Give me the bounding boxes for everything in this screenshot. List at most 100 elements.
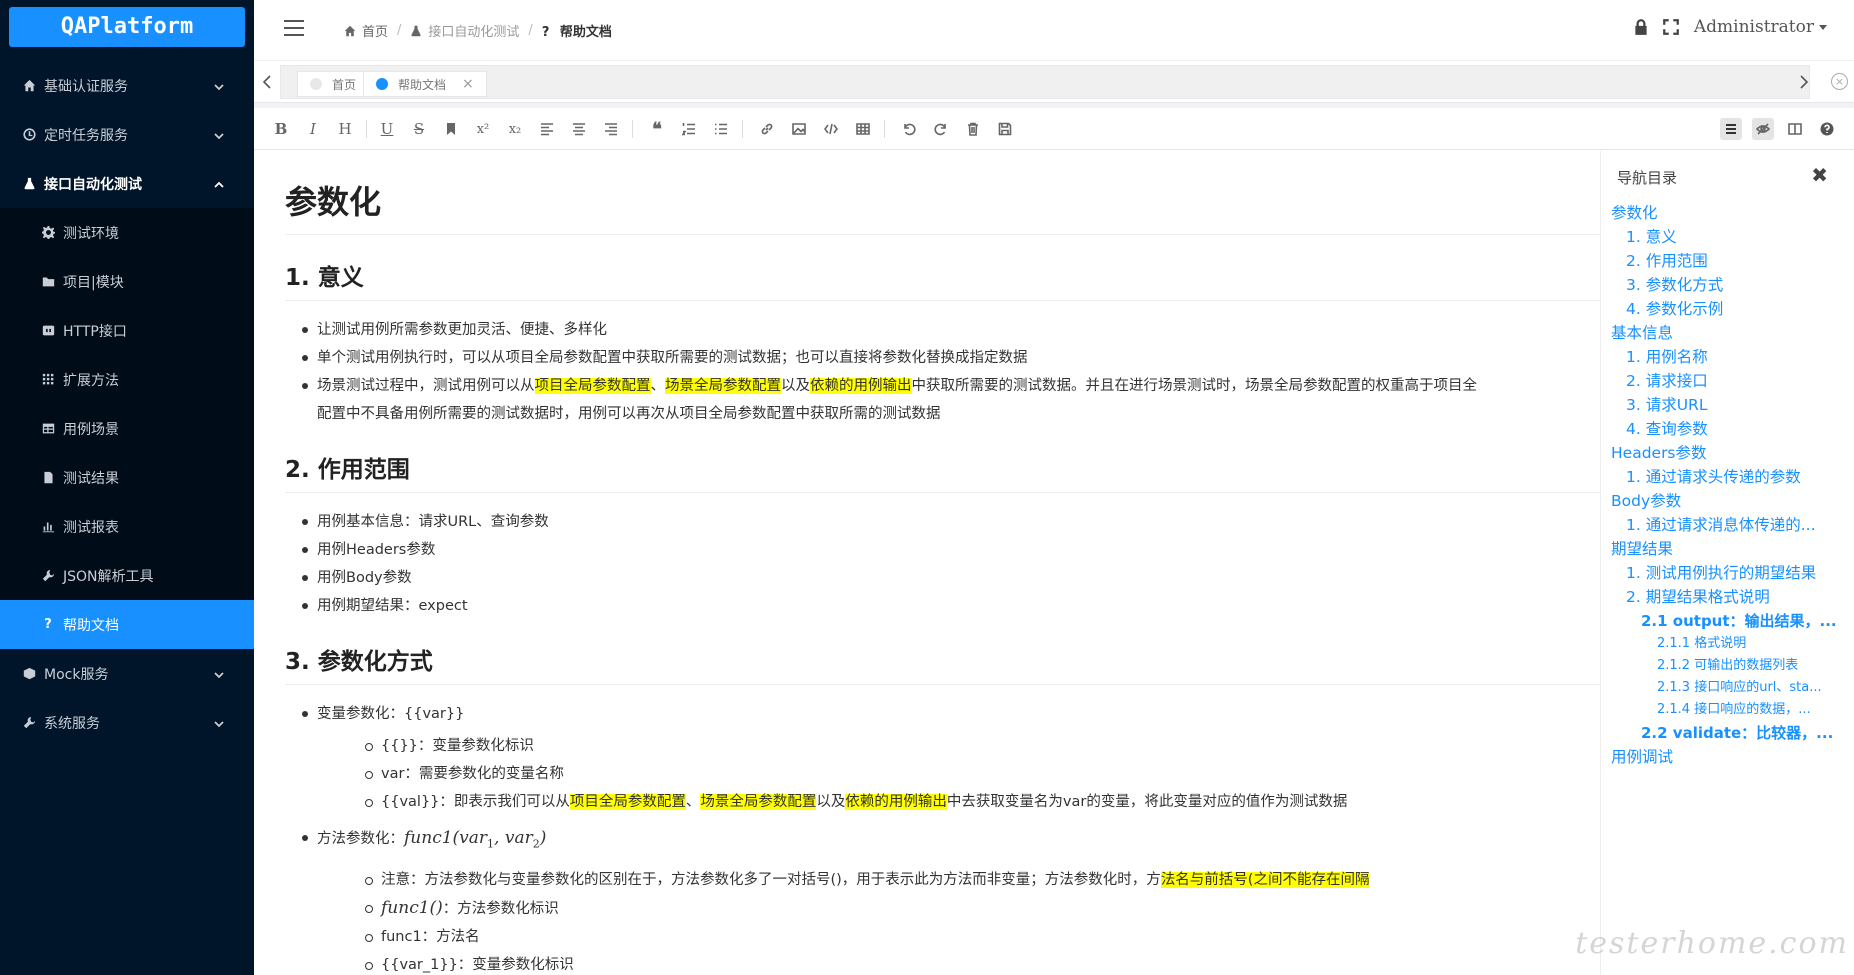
- text-span: 以及: [816, 794, 846, 810]
- help-icon[interactable]: [1816, 118, 1838, 140]
- toc-item[interactable]: 基本信息: [1611, 321, 1851, 345]
- heading-icon[interactable]: H: [334, 118, 356, 140]
- toc-item[interactable]: 2.1.3 接口响应的url、sta...: [1611, 677, 1851, 699]
- strikethrough-icon[interactable]: S: [408, 118, 430, 140]
- superscript-icon[interactable]: x²: [472, 118, 494, 140]
- sidebar-item-test-reports[interactable]: 测试报表: [0, 502, 254, 551]
- italic-icon[interactable]: I: [302, 118, 324, 140]
- menu-toggle-icon[interactable]: [284, 20, 304, 36]
- toc-item[interactable]: 1. 意义: [1611, 225, 1851, 249]
- text-span: 中获取所需要的测试数据。并且在进行场景测试时，场景全局参数配置的权重高于项目全: [911, 378, 1478, 394]
- toc-item[interactable]: 2.1.2 可输出的数据列表: [1611, 655, 1851, 677]
- sidebar-item-json-tool[interactable]: JSON解析工具: [0, 551, 254, 600]
- undo-icon[interactable]: [898, 118, 920, 140]
- toc-item[interactable]: 4. 参数化示例: [1611, 297, 1851, 321]
- sidebar-item-test-env[interactable]: 测试环境: [0, 208, 254, 257]
- tags-scroll-left-icon[interactable]: [257, 72, 277, 92]
- toc-item[interactable]: 1. 测试用例执行的期望结果: [1611, 561, 1851, 585]
- toc-list: 参数化 1. 意义 2. 作用范围 3. 参数化方式 4. 参数化示例 基本信息 1. 用例…: [1611, 201, 1851, 769]
- bar-chart-icon: [41, 520, 55, 534]
- question-icon: ?: [541, 24, 550, 40]
- flask-icon: [410, 25, 422, 37]
- split-view-icon[interactable]: [1784, 118, 1806, 140]
- caret-down-icon: [1819, 25, 1827, 30]
- sidebar-item-case-scenario[interactable]: 用例场景: [0, 404, 254, 453]
- mark-icon[interactable]: [440, 118, 462, 140]
- toc-item[interactable]: 2.1.4 接口响应的数据，...: [1611, 699, 1851, 721]
- align-center-icon[interactable]: [568, 118, 590, 140]
- underline-icon[interactable]: U: [376, 118, 398, 140]
- math-formula: func1(var1, var2): [404, 828, 546, 850]
- sidebar-item-auth[interactable]: 基础认证服务: [0, 61, 254, 110]
- table-icon[interactable]: [852, 118, 874, 140]
- sidebar-item-mock[interactable]: Mock服务: [0, 649, 254, 698]
- toc-item[interactable]: 2.1 output：输出结果，...: [1611, 609, 1851, 633]
- close-icon[interactable]: ✖: [1811, 163, 1828, 187]
- sidebar-item-system[interactable]: 系统服务: [0, 698, 254, 747]
- toc-item[interactable]: Headers参数: [1611, 441, 1851, 465]
- lock-icon[interactable]: [1632, 18, 1650, 36]
- toc-item[interactable]: 4. 查询参数: [1611, 417, 1851, 441]
- toc-item[interactable]: 期望结果: [1611, 537, 1851, 561]
- image-icon[interactable]: [788, 118, 810, 140]
- sidebar-item-help-docs[interactable]: ? 帮助文档: [0, 600, 254, 649]
- tags-scroll-right-icon[interactable]: [1794, 72, 1814, 92]
- home-icon: [22, 79, 36, 93]
- redo-icon[interactable]: [930, 118, 952, 140]
- math-text: , var: [494, 828, 533, 848]
- toc-item[interactable]: 2. 期望结果格式说明: [1611, 585, 1851, 609]
- section-heading: 3. 参数化方式: [285, 642, 1600, 685]
- save-icon[interactable]: [994, 118, 1016, 140]
- code-icon[interactable]: [820, 118, 842, 140]
- toc-item[interactable]: 参数化: [1611, 201, 1851, 225]
- sidebar-item-project-module[interactable]: 项目|模块: [0, 257, 254, 306]
- highlight-text: 场景全局参数配置: [700, 794, 817, 810]
- trash-icon[interactable]: [962, 118, 984, 140]
- grid-icon: [41, 373, 55, 387]
- close-all-tags-icon[interactable]: ×: [1831, 73, 1848, 90]
- subscript-icon[interactable]: x₂: [504, 118, 526, 140]
- list-item: func1()：方法参数化标识: [317, 894, 1600, 923]
- quote-icon[interactable]: ❝: [646, 118, 668, 140]
- toc-item[interactable]: 1. 用例名称: [1611, 345, 1851, 369]
- unordered-list-icon[interactable]: [710, 118, 732, 140]
- text-span: 中去获取变量名为var的变量，将此变量对应的值作为测试数据: [946, 794, 1348, 810]
- breadcrumb-item-api-automation[interactable]: 接口自动化测试: [428, 21, 519, 40]
- user-menu[interactable]: Administrator: [1694, 17, 1827, 37]
- app-logo[interactable]: QAPlatform: [9, 7, 245, 47]
- text-span: 、: [685, 794, 701, 810]
- ordered-list-icon[interactable]: [678, 118, 700, 140]
- toc-toggle-icon[interactable]: [1720, 118, 1742, 140]
- top-header: 首页 / 接口自动化测试 / ? 帮助文档 Administrator: [254, 0, 1854, 60]
- toc-item[interactable]: 3. 请求URL: [1611, 393, 1851, 417]
- preview-icon[interactable]: [1752, 118, 1774, 140]
- toc-item[interactable]: 2. 作用范围: [1611, 249, 1851, 273]
- toc-item[interactable]: 用例调试: [1611, 745, 1851, 769]
- sidebar-item-extension-methods[interactable]: 扩展方法: [0, 355, 254, 404]
- toc-item[interactable]: 2.1.1 格式说明: [1611, 633, 1851, 655]
- toc-item[interactable]: 2. 请求接口: [1611, 369, 1851, 393]
- link-icon[interactable]: [756, 118, 778, 140]
- toc-item[interactable]: 1. 通过请求头传递的参数: [1611, 465, 1851, 489]
- tag-home[interactable]: 首页: [297, 71, 370, 97]
- fullscreen-icon[interactable]: [1662, 18, 1680, 36]
- toc-item[interactable]: 1. 通过请求消息体传递的...: [1611, 513, 1851, 537]
- toc-item[interactable]: Body参数: [1611, 489, 1851, 513]
- toc-item[interactable]: 2.2 validate：比较器，...: [1611, 721, 1851, 745]
- sidebar-item-test-results[interactable]: 测试结果: [0, 453, 254, 502]
- breadcrumb-item-home[interactable]: 首页: [362, 21, 388, 40]
- align-left-icon[interactable]: [536, 118, 558, 140]
- sidebar-item-http-api[interactable]: HTTP接口: [0, 306, 254, 355]
- bold-icon[interactable]: B: [270, 118, 292, 140]
- close-icon[interactable]: ×: [462, 76, 474, 92]
- tags-bar: 首页 帮助文档 × ×: [254, 61, 1854, 103]
- sidebar-item-schedule[interactable]: 定时任务服务: [0, 110, 254, 159]
- toc-item[interactable]: 3. 参数化方式: [1611, 273, 1851, 297]
- sidebar-item-label: 系统服务: [44, 715, 100, 732]
- list-item: 用例Body参数: [285, 564, 1600, 592]
- sidebar-item-api-automation[interactable]: 接口自动化测试: [0, 159, 254, 208]
- align-right-icon[interactable]: [600, 118, 622, 140]
- list-item: 用例基本信息：请求URL、查询参数: [285, 508, 1600, 536]
- tag-help-docs[interactable]: 帮助文档 ×: [363, 71, 487, 97]
- file-icon: [41, 471, 55, 485]
